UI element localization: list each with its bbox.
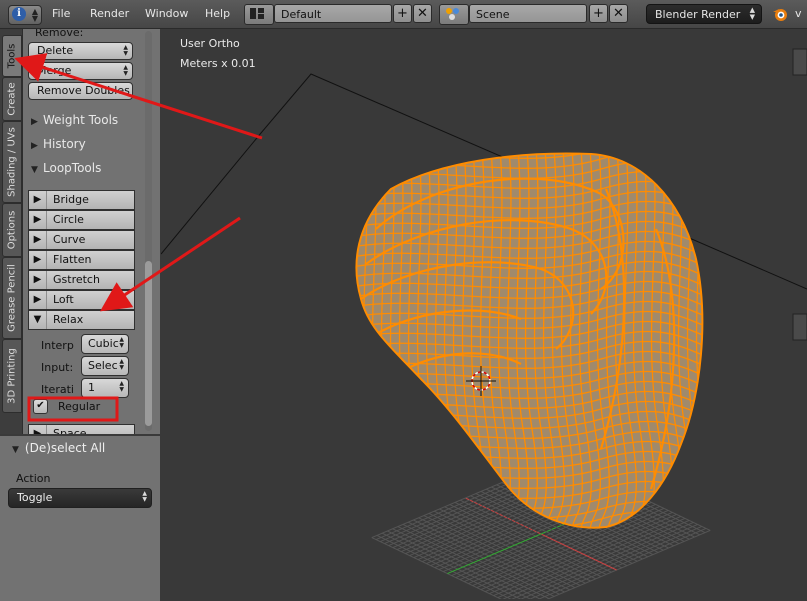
toolshelf-tabs: Tools Create Shading / UVs Options Greas… — [0, 29, 23, 434]
scene-field[interactable]: Scene — [469, 4, 587, 23]
menu-help[interactable]: Help — [205, 7, 230, 20]
remove-layout-button[interactable]: ✕ — [413, 4, 432, 23]
interp-select[interactable]: Cubic ▲ ▼ — [81, 334, 129, 354]
iterations-select[interactable]: 1 ▲ ▼ — [81, 378, 129, 398]
plus-icon: + — [593, 6, 604, 21]
tab-3d-printing[interactable]: 3D Printing — [2, 339, 22, 413]
expanded-triangle-icon: ▼ — [31, 165, 38, 175]
play-triangle-icon: ▶ — [29, 251, 47, 269]
updown-arrows-icon: ▲ ▼ — [142, 490, 147, 503]
looptools-circle-button[interactable]: ▶ Circle — [28, 210, 135, 230]
updown-arrows-icon: ▲ ▼ — [119, 380, 124, 393]
scene-selector[interactable] — [439, 4, 469, 25]
looptools-flatten-button[interactable]: ▶ Flatten — [28, 250, 135, 270]
updown-arrows-icon: ▲ ▼ — [749, 6, 755, 21]
updown-arrows-icon: ▲ ▼ — [31, 7, 38, 23]
play-triangle-icon: ▶ — [29, 425, 47, 434]
input-select[interactable]: Selec ▲ ▼ — [81, 356, 129, 376]
remove-section-label: Remove: — [35, 29, 84, 39]
regular-label: Regular — [58, 400, 101, 413]
layout-icon — [250, 8, 264, 19]
version-text: v — [795, 7, 802, 20]
panel-weight-tools[interactable]: ▶ Weight Tools — [23, 109, 149, 131]
menu-file[interactable]: File — [52, 7, 70, 20]
tab-options[interactable]: Options — [2, 203, 22, 257]
3d-viewport[interactable]: User Ortho Meters x 0.01 — [161, 29, 807, 599]
collapsed-triangle-icon: ▶ — [31, 141, 38, 151]
collapsed-triangle-icon: ▶ — [31, 117, 38, 127]
play-triangle-icon: ▶ — [29, 211, 47, 229]
expanded-triangle-icon: ▼ — [12, 445, 19, 455]
regular-checkbox[interactable]: ✔ — [33, 399, 48, 414]
action-label: Action — [16, 472, 51, 485]
toolshelf-scrollbar[interactable] — [145, 31, 152, 431]
tab-create[interactable]: Create — [2, 77, 22, 121]
operator-panel: ▼ (De)select All Action Toggle ▲ ▼ — [0, 434, 160, 601]
interp-label: Interp — [41, 339, 74, 352]
updown-arrows-icon: ▲ ▼ — [123, 64, 128, 77]
tab-tools[interactable]: Tools — [2, 35, 22, 77]
scrollbar-thumb[interactable] — [145, 261, 152, 426]
render-engine-label: Blender Render — [655, 8, 741, 21]
looptools-loft-button[interactable]: ▶ Loft — [28, 290, 135, 310]
tab-shading-uvs[interactable]: Shading / UVs — [2, 121, 22, 203]
iterations-label: Iterati — [41, 383, 74, 396]
render-engine-selector[interactable]: Blender Render ▲ ▼ — [646, 4, 762, 24]
add-layout-button[interactable]: + — [393, 4, 412, 23]
looptools-curve-button[interactable]: ▶ Curve — [28, 230, 135, 250]
remove-scene-button[interactable]: ✕ — [609, 4, 628, 23]
menu-window[interactable]: Window — [145, 7, 188, 20]
add-scene-button[interactable]: + — [589, 4, 608, 23]
looptools-relax-button[interactable]: ▼ Relax — [28, 310, 135, 330]
updown-arrows-icon: ▲ ▼ — [119, 336, 124, 349]
mesh-object[interactable] — [161, 29, 807, 599]
close-icon: ✕ — [613, 6, 624, 21]
operator-title: (De)select All — [24, 441, 106, 455]
updown-arrows-icon: ▲ ▼ — [119, 358, 124, 371]
play-triangle-icon: ▶ — [29, 271, 47, 289]
looptools-space-button[interactable]: ▶ Space — [28, 424, 135, 434]
panel-looptools[interactable]: ▼ LoopTools — [23, 157, 149, 179]
play-triangle-icon: ▶ — [29, 231, 47, 249]
tool-shelf: Remove: Delete ▲ ▼ Merge ▲ ▼ Remove Double… — [23, 29, 160, 434]
play-triangle-icon: ▶ — [29, 191, 47, 209]
blender-logo-icon — [773, 9, 787, 21]
operator-panel-header[interactable]: ▼ (De)select All — [0, 438, 160, 458]
menu-render[interactable]: Render — [90, 7, 129, 20]
updown-arrows-icon: ▲ ▼ — [123, 44, 128, 57]
screen-layout-selector[interactable] — [244, 4, 274, 25]
play-triangle-icon: ▶ — [29, 291, 47, 309]
close-icon: ✕ — [417, 6, 428, 21]
mesh-surface — [356, 153, 703, 528]
looptools-gstretch-button[interactable]: ▶ Gstretch — [28, 270, 135, 290]
delete-button[interactable]: Delete ▲ ▼ — [28, 42, 133, 60]
scene-icon — [446, 8, 459, 20]
remove-doubles-button[interactable]: Remove Doubles — [28, 82, 133, 100]
looptools-bridge-button[interactable]: ▶ Bridge — [28, 190, 135, 210]
input-label: Input: — [41, 361, 74, 374]
merge-button[interactable]: Merge ▲ ▼ — [28, 62, 133, 80]
checkmark-icon: ✔ — [36, 400, 45, 411]
tab-grease-pencil[interactable]: Grease Pencil — [2, 257, 22, 339]
screen-layout-field[interactable]: Default — [274, 4, 392, 23]
info-header: i ▲ ▼ File Render Window Help Default + ✕… — [0, 0, 807, 29]
expanded-triangle-icon: ▼ — [29, 311, 47, 329]
info-icon: i — [12, 7, 26, 21]
action-select[interactable]: Toggle ▲ ▼ — [8, 488, 152, 508]
plus-icon: + — [397, 6, 408, 21]
editor-type-selector[interactable]: i ▲ ▼ — [8, 5, 42, 25]
panel-history[interactable]: ▶ History — [23, 133, 149, 155]
